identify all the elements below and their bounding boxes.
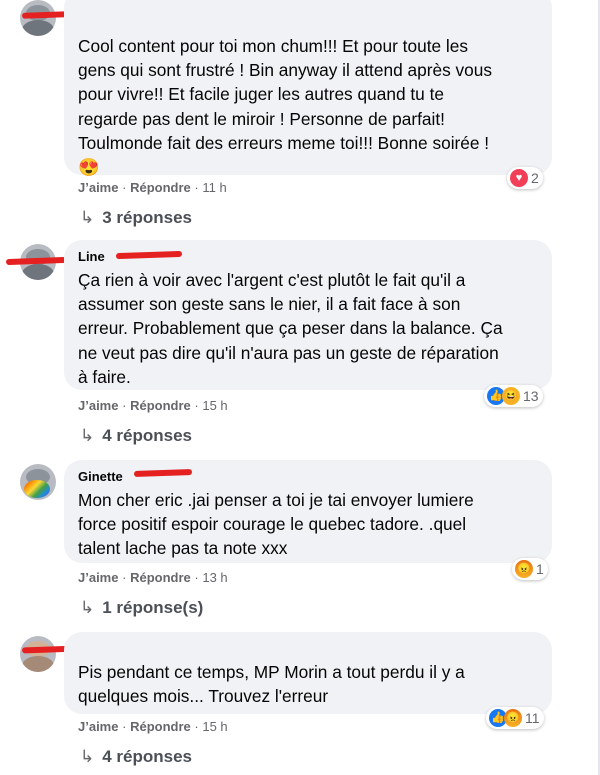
angry-icon: 😠 xyxy=(504,709,522,727)
avatar[interactable] xyxy=(20,464,56,500)
like-button[interactable]: J’aime xyxy=(78,180,118,195)
comment-author[interactable]: Ginette xyxy=(78,469,123,484)
reply-button[interactable]: Répondre xyxy=(130,398,191,413)
redaction-mark xyxy=(5,256,67,266)
comment-text: Pis pendant ce temps, MP Morin a tout pe… xyxy=(78,662,465,707)
avatar[interactable] xyxy=(20,636,56,672)
reply-button[interactable]: Répondre xyxy=(130,719,191,734)
reaction-summary[interactable]: 👍 😆 13 xyxy=(484,385,543,407)
angry-icon: 😠 xyxy=(515,560,533,578)
timestamp[interactable]: 13 h xyxy=(202,570,227,585)
like-button[interactable]: J’aime xyxy=(78,719,118,734)
timestamp[interactable]: 15 h xyxy=(202,398,227,413)
timestamp[interactable]: 11 h xyxy=(202,180,226,195)
reaction-count: 11 xyxy=(525,710,540,726)
like-button[interactable]: J’aime xyxy=(78,398,118,413)
comment-bubble: Ginette Mon cher eric .jai penser a toi … xyxy=(64,460,552,563)
comment-bubble: Line Ça rien à voir avec l'argent c'est … xyxy=(64,240,552,390)
comment-meta: J’aime · Répondre · 13 h xyxy=(78,570,228,585)
reply-button[interactable]: Répondre xyxy=(130,180,191,195)
comment-author[interactable]: Line xyxy=(78,249,105,264)
like-button[interactable]: J’aime xyxy=(78,570,118,585)
comment-text: Mon cher eric .jai penser a toi je tai e… xyxy=(78,490,474,559)
reaction-count: 1 xyxy=(536,561,544,577)
reaction-summary[interactable]: 👍 😠 11 xyxy=(486,707,544,729)
reply-arrow-icon: ↳ xyxy=(80,598,95,617)
reply-arrow-icon: ↳ xyxy=(80,208,95,227)
redaction-mark xyxy=(133,468,193,478)
comment-bubble: Cool content pour toi mon chum!!! Et pou… xyxy=(64,0,552,177)
reaction-count: 2 xyxy=(531,170,539,186)
reply-button[interactable]: Répondre xyxy=(130,570,191,585)
comment-bubble: Pis pendant ce temps, MP Morin a tout pe… xyxy=(64,632,552,714)
reaction-summary[interactable]: 😠 1 xyxy=(512,558,548,580)
reaction-summary[interactable]: ♥ 2 xyxy=(507,167,543,189)
comment-text: Ça rien à voir avec l'argent c'est plutô… xyxy=(78,270,503,387)
view-replies-link[interactable]: ↳ 4 réponses xyxy=(80,426,192,446)
view-replies-link[interactable]: ↳ 4 réponses xyxy=(80,747,192,767)
comment-meta: J’aime · Répondre · 15 h xyxy=(78,398,228,413)
comment-text: Cool content pour toi mon chum!!! Et pou… xyxy=(78,36,493,178)
comment-meta: J’aime · Répondre · 15 h xyxy=(78,719,228,734)
timestamp[interactable]: 15 h xyxy=(202,719,227,734)
view-replies-link[interactable]: ↳ 1 réponse(s) xyxy=(80,598,203,618)
reply-arrow-icon: ↳ xyxy=(80,426,95,445)
reaction-count: 13 xyxy=(523,388,539,404)
haha-icon: 😆 xyxy=(502,387,520,405)
comment-meta: J’aime · Répondre · 11 h xyxy=(78,180,227,195)
view-replies-link[interactable]: ↳ 3 réponses xyxy=(80,208,192,228)
reply-arrow-icon: ↳ xyxy=(80,747,95,766)
redaction-mark xyxy=(115,250,183,260)
love-icon: ♥ xyxy=(510,169,528,187)
